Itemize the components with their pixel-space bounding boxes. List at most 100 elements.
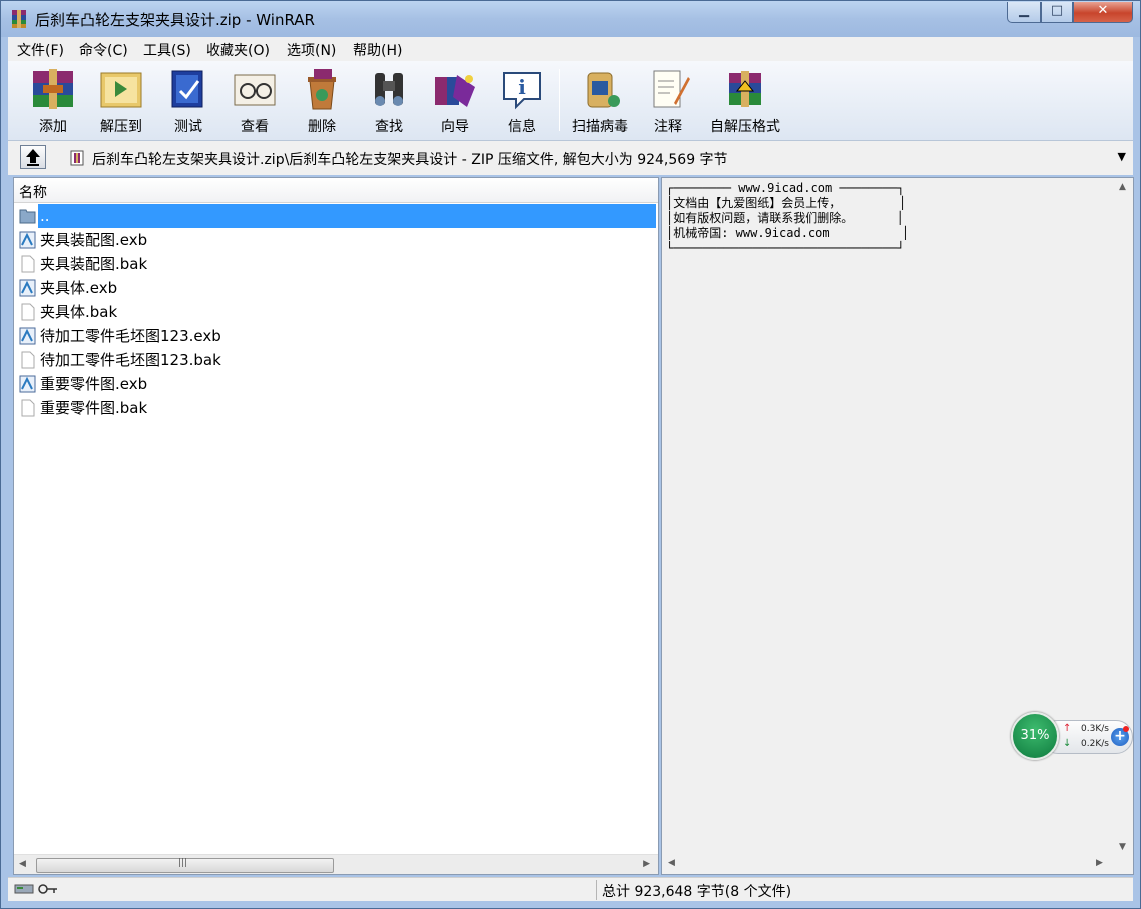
comment-button[interactable]: 注释	[635, 65, 701, 137]
scroll-up-icon[interactable]: ▲	[1119, 182, 1126, 192]
file-name: 待加工零件毛坯图123.bak	[40, 351, 221, 369]
comment-line: │文档由【九爱图纸】会员上传， │	[666, 196, 907, 210]
name-column-header[interactable]: 名称	[14, 178, 658, 203]
file-name: 重要零件图.bak	[40, 399, 148, 417]
maximize-icon: □	[1050, 3, 1064, 18]
info-icon: i	[503, 72, 541, 110]
comment-pane: ┌──────── www.9icad.com ────────┐ │文档由【九爱…	[661, 177, 1134, 875]
minimize-icon: ▁	[1019, 3, 1029, 18]
notification-dot	[1123, 726, 1129, 732]
close-icon: ✕	[1097, 3, 1109, 18]
comment-line: │如有版权问题，请联系我们删除。 │	[666, 211, 904, 225]
upload-speed: 0.3K/s	[1081, 724, 1109, 734]
extract-to-icon	[100, 72, 142, 108]
exb-file-icon	[19, 279, 36, 297]
path-field[interactable]: 后刹车凸轮左支架夹具设计.zip\后刹车凸轮左支架夹具设计 - ZIP 压缩文件…	[62, 144, 1130, 171]
path-text: 后刹车凸轮左支架夹具设计.zip\后刹车凸轮左支架夹具设计 - ZIP 压缩文件…	[92, 152, 728, 168]
network-monitor-widget[interactable]: ↑ ↓ 0.3K/s 0.2K/s + 31%	[1011, 712, 1137, 762]
winrar-window: 后刹车凸轮左支架夹具设计.zip - WinRAR ▁ □ ✕ 文件(F) 命令…	[0, 0, 1141, 909]
address-bar: 后刹车凸轮左支架夹具设计.zip\后刹车凸轮左支架夹具设计 - ZIP 压缩文件…	[8, 141, 1133, 175]
menu-help[interactable]: 帮助(H)	[353, 40, 402, 60]
comment-horizontal-scrollbar[interactable]: ◀ ▶	[662, 854, 1133, 874]
bak-file-icon	[21, 303, 35, 321]
list-item[interactable]: ..	[14, 204, 658, 228]
virus-scan-button[interactable]: 扫描病毒	[567, 65, 633, 137]
window-title: 后刹车凸轮左支架夹具设计.zip - WinRAR	[35, 11, 315, 29]
name-column-label: 名称	[19, 185, 47, 201]
horizontal-scrollbar[interactable]: ◀ ||| ▶	[14, 854, 658, 874]
grip-icon: |||	[178, 858, 188, 868]
menu-bar: 文件(F) 命令(C) 工具(S) 收藏夹(O) 选项(N) 帮助(H)	[8, 37, 1133, 61]
find-icon	[375, 73, 403, 106]
title-bar[interactable]: 后刹车凸轮左支架夹具设计.zip - WinRAR ▁ □ ✕	[1, 1, 1140, 37]
sfx-button[interactable]: 自解压格式	[710, 65, 780, 137]
bak-file-icon	[21, 399, 35, 417]
exb-file-icon	[19, 375, 36, 393]
menu-command[interactable]: 命令(C)	[79, 40, 128, 60]
sfx-icon	[729, 71, 761, 107]
menu-tools[interactable]: 工具(S)	[143, 40, 191, 60]
scrollbar-thumb[interactable]: |||	[36, 858, 334, 873]
minimize-button[interactable]: ▁	[1007, 2, 1041, 23]
file-list-pane: 名称 .. 夹具装配图.exb 夹具装配图.bak 夹具体.exb 夹具体.ba…	[13, 177, 659, 875]
wizard-icon	[435, 75, 475, 107]
archive-comment: ┌──────── www.9icad.com ────────┐ │文档由【九爱…	[666, 181, 909, 256]
info-label: 信息	[508, 119, 536, 135]
comment-label: 注释	[654, 119, 682, 135]
scroll-down-icon[interactable]: ▼	[1119, 842, 1126, 852]
scroll-right-icon[interactable]: ▶	[1096, 858, 1103, 868]
sfx-label: 自解压格式	[710, 119, 780, 135]
key-icon	[38, 884, 57, 894]
svg-text:i: i	[518, 75, 526, 99]
menu-options[interactable]: 选项(N)	[287, 40, 336, 60]
list-item[interactable]: 夹具体.exb	[14, 276, 658, 300]
comment-line: │机械帝国: www.9icad.com │	[666, 226, 910, 240]
list-item[interactable]: 待加工零件毛坯图123.bak	[14, 348, 658, 372]
comment-line: └───────────────────────────────┘	[666, 241, 905, 255]
menu-file[interactable]: 文件(F)	[17, 40, 64, 60]
file-name: 夹具装配图.bak	[40, 255, 148, 273]
file-name: 待加工零件毛坯图123.exb	[40, 327, 221, 345]
status-separator	[596, 880, 597, 900]
usage-percent: 31%	[1020, 728, 1050, 743]
drive-icon	[14, 884, 34, 894]
list-item[interactable]: 重要零件图.bak	[14, 396, 658, 420]
comment-line: ┌──────── www.9icad.com ────────┐	[666, 181, 905, 195]
file-name: 夹具体.exb	[40, 279, 118, 297]
bak-file-icon	[21, 351, 35, 369]
file-name: 夹具体.bak	[40, 303, 118, 321]
list-item[interactable]: 夹具装配图.exb	[14, 228, 658, 252]
info-button[interactable]: i 信息	[489, 65, 555, 137]
delete-icon	[308, 69, 336, 110]
comment-icon	[653, 70, 690, 108]
file-name: 夹具装配图.exb	[40, 231, 148, 249]
archive-icon	[70, 150, 84, 166]
bak-file-icon	[21, 255, 35, 273]
add-button[interactable]: 添加	[20, 65, 86, 137]
toolbar: 添加 解压到 测试 查看 删除 查找 向导 i 信息 扫描病毒 注释 自解压格式	[8, 61, 1133, 141]
close-button[interactable]: ✕	[1073, 2, 1133, 23]
usage-circle[interactable]: 31%	[1011, 712, 1059, 760]
menu-favorites[interactable]: 收藏夹(O)	[206, 40, 270, 60]
exb-file-icon	[19, 231, 36, 249]
scroll-left-icon[interactable]: ◀	[668, 858, 675, 868]
virus-scan-icon	[587, 72, 620, 108]
download-arrow-icon: ↓	[1063, 738, 1072, 749]
status-summary: 总计 923,648 字节(8 个文件)	[602, 884, 792, 900]
file-name: 重要零件图.exb	[40, 375, 148, 393]
status-bar: 总计 923,648 字节(8 个文件)	[8, 877, 1133, 901]
scroll-right-icon[interactable]: ▶	[643, 859, 650, 869]
up-arrow-icon	[26, 149, 40, 166]
maximize-button[interactable]: □	[1041, 2, 1073, 23]
list-item[interactable]: 待加工零件毛坯图123.exb	[14, 324, 658, 348]
list-item[interactable]: 重要零件图.exb	[14, 372, 658, 396]
add-archive-icon	[33, 69, 73, 109]
list-item[interactable]: 夹具装配图.bak	[14, 252, 658, 276]
list-item[interactable]: 夹具体.bak	[14, 300, 658, 324]
scroll-left-icon[interactable]: ◀	[19, 859, 26, 869]
path-dropdown-icon[interactable]: ▼	[1118, 150, 1126, 163]
file-name: ..	[38, 204, 656, 228]
folder-up-icon	[19, 209, 36, 224]
winrar-app-icon	[12, 10, 26, 28]
up-folder-button[interactable]	[20, 145, 46, 169]
